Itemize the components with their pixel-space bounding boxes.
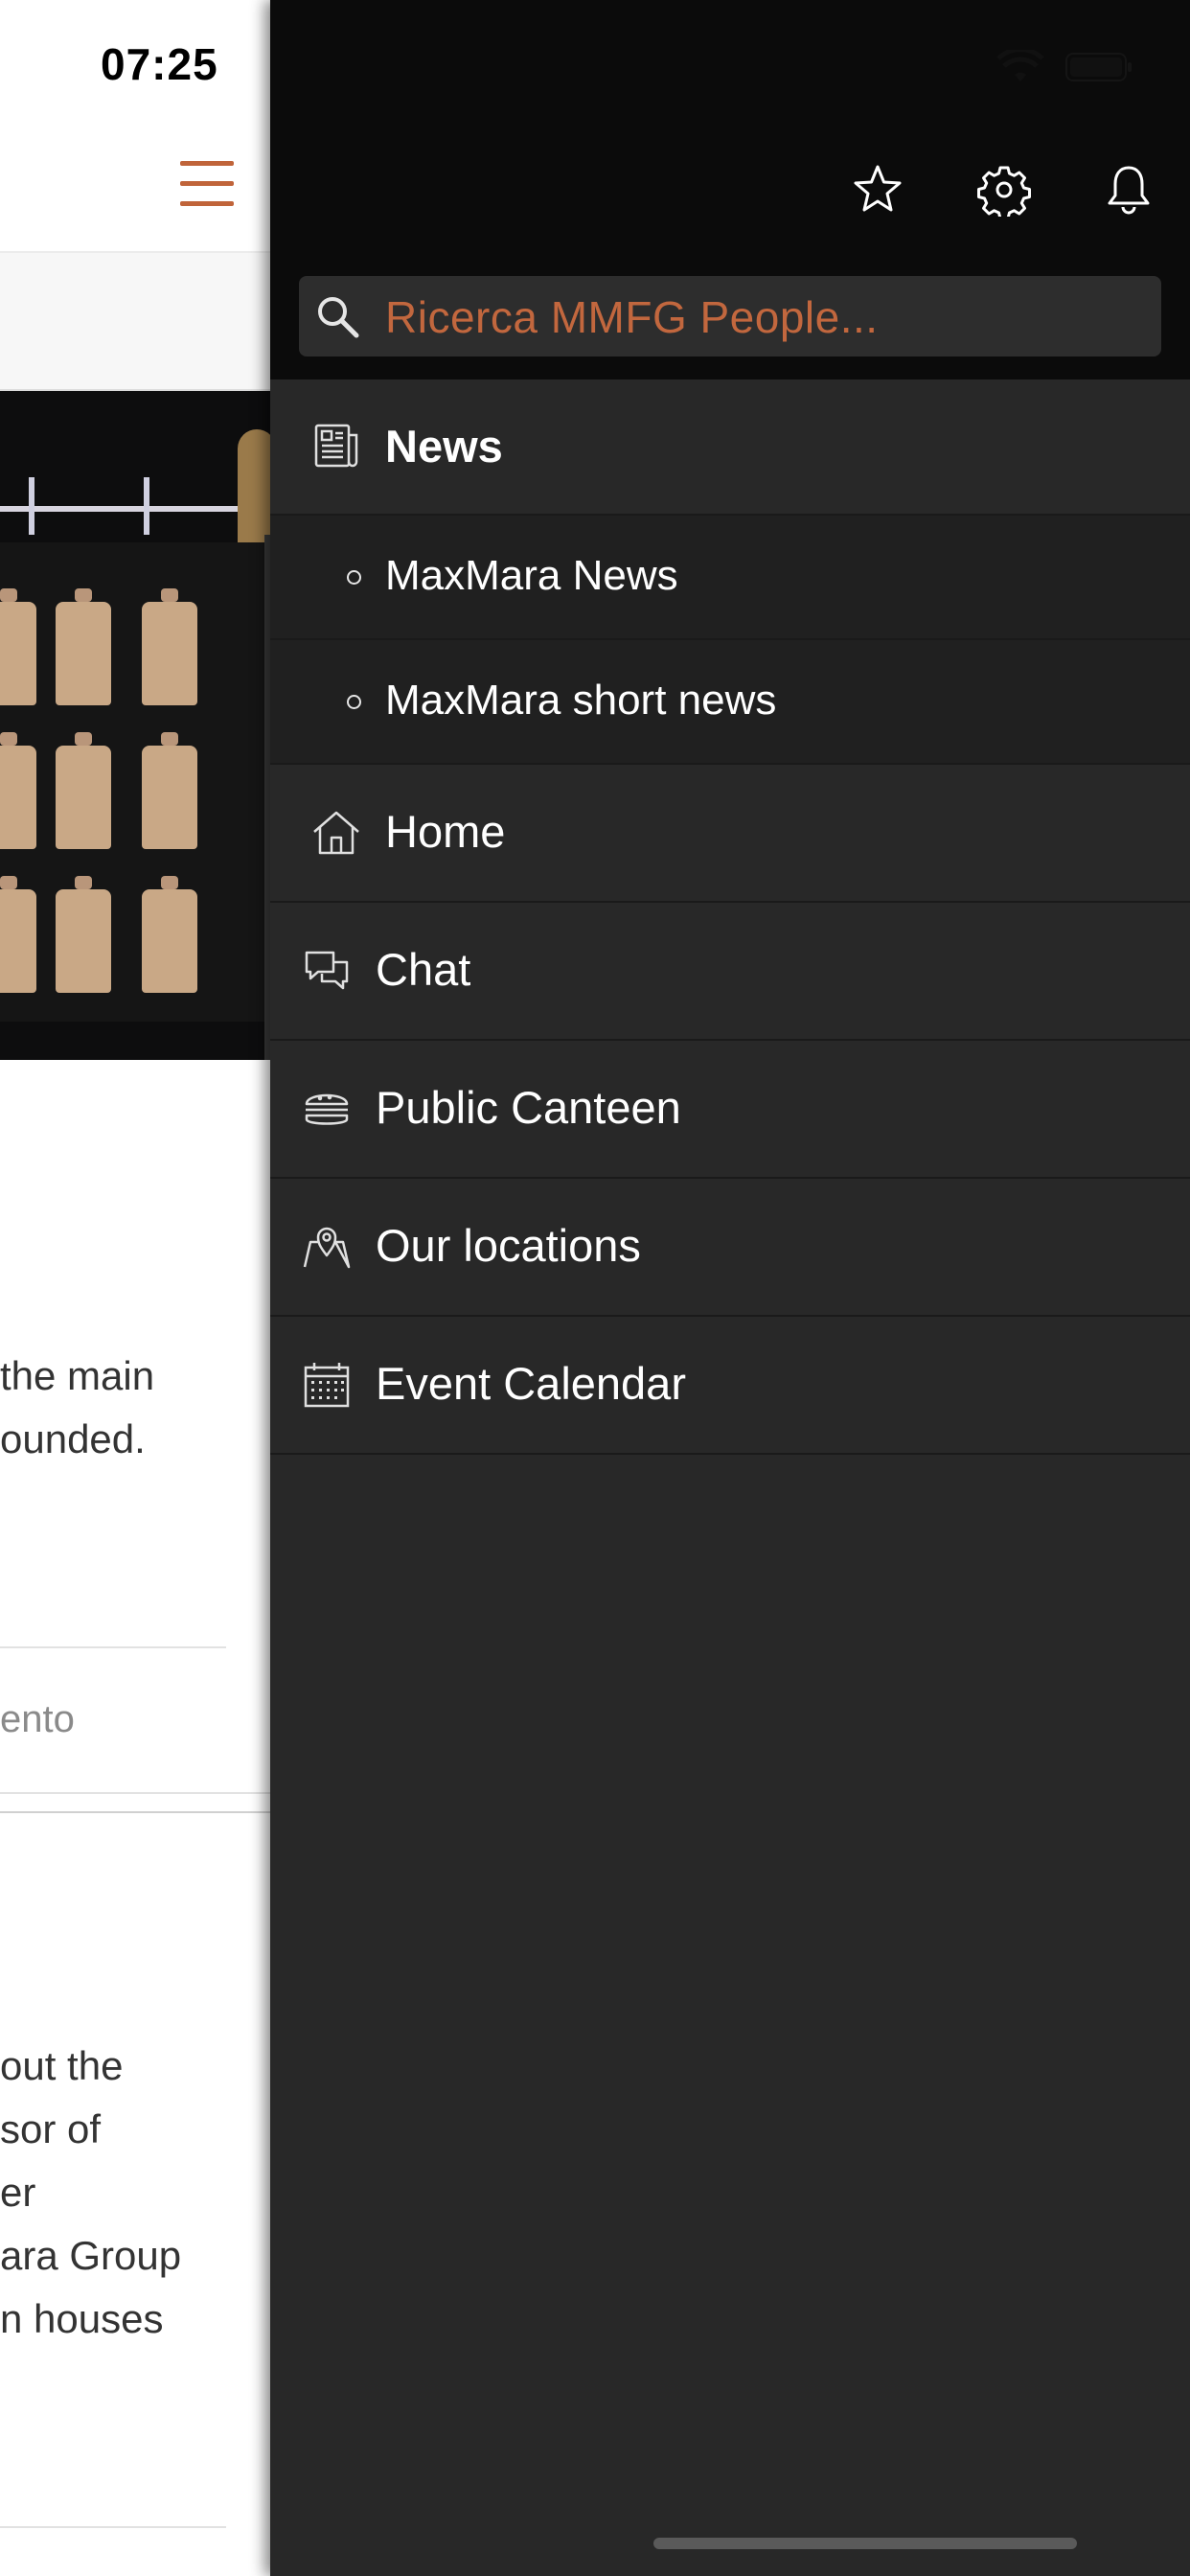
article-text-line: ara Group xyxy=(0,2233,182,2278)
side-drawer: Ricerca MMFG People... News MaxMara News… xyxy=(270,0,1190,2576)
article-text-line: n houses xyxy=(0,2296,164,2341)
menu-label-home: Home xyxy=(385,806,506,857)
article-text-line: out the xyxy=(0,2043,124,2088)
menu-item-news[interactable]: News xyxy=(270,380,1190,516)
home-indicator[interactable] xyxy=(653,2538,1077,2549)
menu-label-chat: Chat xyxy=(376,944,471,995)
submenu-item-maxmara-news[interactable]: MaxMara News xyxy=(270,516,1190,640)
status-icons xyxy=(996,50,1134,84)
divider xyxy=(0,2526,226,2528)
search-placeholder: Ricerca MMFG People... xyxy=(385,292,879,342)
search-icon xyxy=(318,297,359,338)
menu-item-chat[interactable]: Chat xyxy=(270,903,1190,1041)
hamburger-menu-icon[interactable] xyxy=(180,161,234,207)
bullet-icon xyxy=(347,570,361,585)
submenu-label: MaxMara News xyxy=(385,552,678,599)
search-input[interactable]: Ricerca MMFG People... xyxy=(299,276,1161,356)
menu-item-event-calendar[interactable]: Event Calendar xyxy=(270,1317,1190,1455)
bullet-icon xyxy=(347,695,361,709)
divider xyxy=(0,1646,226,1648)
article-text-line: the main xyxy=(0,1353,155,1398)
burger-icon xyxy=(305,1093,349,1125)
menu-item-public-canteen[interactable]: Public Canteen xyxy=(270,1041,1190,1179)
newspaper-icon xyxy=(314,424,358,468)
drawer-header: Ricerca MMFG People... xyxy=(270,0,1190,380)
menu-item-our-locations[interactable]: Our locations xyxy=(270,1179,1190,1317)
bell-icon[interactable] xyxy=(1102,163,1156,217)
background-subheader xyxy=(0,253,270,391)
star-icon[interactable] xyxy=(851,163,904,217)
menu-label-news: News xyxy=(385,421,503,472)
wifi-icon xyxy=(996,50,1044,81)
status-time: 07:25 xyxy=(101,39,218,89)
battery-icon xyxy=(1065,53,1132,81)
gear-icon[interactable] xyxy=(977,163,1031,217)
article-link[interactable]: ento xyxy=(0,1698,75,1741)
submenu-label: MaxMara short news xyxy=(385,677,777,724)
menu-label-our-locations: Our locations xyxy=(376,1220,641,1271)
hero-image xyxy=(0,391,270,1060)
article-text-line: sor of xyxy=(0,2106,102,2151)
calendar-icon xyxy=(304,1363,350,1408)
menu-label-event-calendar: Event Calendar xyxy=(376,1358,686,1409)
background-page: 07:25 the main ounded. ento out the sor … xyxy=(0,0,270,2576)
divider xyxy=(0,1792,270,1794)
home-icon xyxy=(313,811,359,855)
article-text-line: er xyxy=(0,2170,36,2215)
menu-label-public-canteen: Public Canteen xyxy=(376,1082,681,1133)
divider xyxy=(0,1811,270,1813)
chat-icon xyxy=(305,951,349,990)
submenu-item-maxmara-short-news[interactable]: MaxMara short news xyxy=(270,640,1190,765)
map-pin-icon xyxy=(303,1227,351,1269)
menu-item-home[interactable]: Home xyxy=(270,765,1190,903)
article-text-line: ounded. xyxy=(0,1416,146,1461)
